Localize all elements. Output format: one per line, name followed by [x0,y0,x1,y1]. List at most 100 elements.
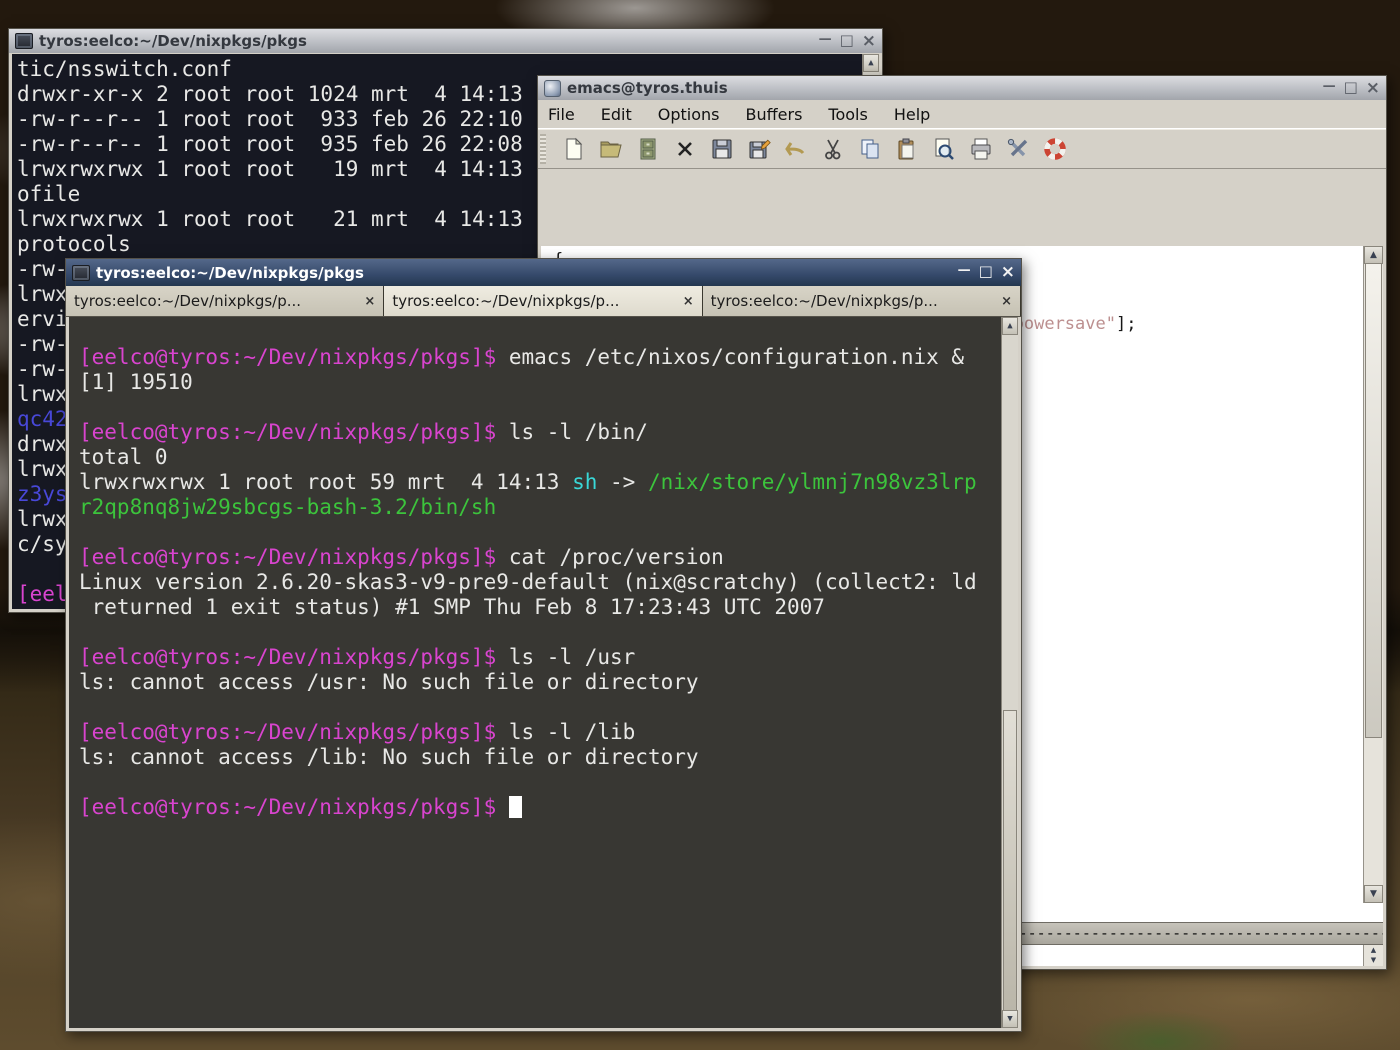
window-terminal-front[interactable]: tyros:eelco:~/Dev/nixpkgs/pkgs — □ × tyr… [65,258,1022,1032]
close-buffer-icon[interactable] [672,136,698,162]
text-span: lrwxrwxrwx 1 root root 19 mrt 4 14:13 [17,157,535,181]
menu-options[interactable]: Options [658,105,720,124]
titlebar[interactable]: emacs@tyros.thuis — □ × [538,76,1386,100]
scroll-down-icon[interactable]: ▼ [1364,885,1383,903]
close-icon[interactable]: × [1366,80,1380,97]
text-span: [eelco@tyros:~/Dev/nixpkgs/pkgs]$ [79,645,496,669]
dired-icon[interactable] [635,136,661,162]
undo-icon[interactable] [783,136,809,162]
scrollbar-thumb[interactable] [1365,263,1382,738]
text-span: ls -l /usr [496,645,635,669]
menu-tools[interactable]: Tools [828,105,867,124]
desktop: tyros:eelco:~/Dev/nixpkgs/pkgs — □ × tic… [0,0,1400,1050]
maximize-icon[interactable]: □ [979,264,993,281]
text-span: -rw-r--r-- 1 root root 933 feb 26 22:10 [17,107,535,131]
text-line: returned 1 exit status) #1 SMP Thu Feb 8… [79,595,1018,620]
toolbar [538,129,1386,169]
minimize-icon[interactable]: — [1323,80,1336,97]
text-line: [eelco@tyros:~/Dev/nixpkgs/pkgs]$ ls -l … [79,420,1018,445]
text-span: lrwxrwxrwx 1 root root 21 mrt 4 14:13 [17,207,535,231]
titlebar[interactable]: tyros:eelco:~/Dev/nixpkgs/pkgs — □ × [66,259,1021,286]
print-icon[interactable] [968,136,994,162]
text-span: r2qp8nq8jw29sbcgs-bash-3.2/bin/sh [79,495,496,519]
cut-icon[interactable] [820,136,846,162]
tab-2[interactable]: tyros:eelco:~/Dev/nixpkgs/p...× [384,286,702,316]
menu-buffers[interactable]: Buffers [746,105,803,124]
text-span: emacs /etc/nixos/configuration.nix & [496,345,964,369]
text-line: ls: cannot access /usr: No such file or … [79,670,1018,695]
preferences-icon[interactable] [1005,136,1031,162]
text-span: [1] 19510 [79,370,193,394]
maximize-icon[interactable]: □ [840,33,854,50]
window-title: emacs@tyros.thuis [567,79,1317,97]
text-span: drwxr-xr-x 2 root root 1024 mrt 4 14:13 [17,82,535,106]
text-line: r2qp8nq8jw29sbcgs-bash-3.2/bin/sh [79,495,1018,520]
scrollbar-thumb[interactable] [1003,710,1017,1011]
menu-edit[interactable]: Edit [601,105,632,124]
scrollbar[interactable]: ▲ ▼ [1363,246,1383,903]
toolbar-grip[interactable] [540,134,546,164]
open-folder-icon[interactable] [598,136,624,162]
minibuffer-scrollbar[interactable]: ▲▼ [1363,945,1383,966]
text-line: [1] 19510 [79,370,1018,395]
text-span: -rw-r--r-- 1 root root 935 feb 26 22:08 [17,132,535,156]
paste-icon[interactable] [894,136,920,162]
terminal-icon [72,265,90,281]
tab-close-icon[interactable]: × [683,294,694,309]
text-line: lrwxrwxrwx 1 root root 59 mrt 4 14:13 sh… [79,470,1018,495]
text-span: sh [572,470,597,494]
text-span: ls -l /bin/ [496,420,648,444]
text-span: ls: cannot access /lib: No such file or … [79,745,699,769]
scrollbar[interactable]: ▲ ▼ [1001,317,1018,1028]
text-span [79,770,92,794]
save-icon[interactable] [709,136,735,162]
scroll-down-icon[interactable]: ▼ [1002,1010,1018,1028]
tab-3[interactable]: tyros:eelco:~/Dev/nixpkgs/p... × [703,286,1021,316]
search-icon[interactable] [931,136,957,162]
text-span [79,395,92,419]
new-file-icon[interactable] [561,136,587,162]
text-span [17,557,30,581]
emacs-icon [544,80,561,97]
menu-file[interactable]: File [548,105,575,124]
scroll-up-icon[interactable]: ▲ [863,54,879,72]
text-line: [eelco@tyros:~/Dev/nixpkgs/pkgs]$ ls -l … [79,645,1018,670]
menu-help[interactable]: Help [894,105,930,124]
text-cursor [509,796,522,818]
scroll-up-icon[interactable]: ▲ [1002,317,1018,335]
copy-icon[interactable] [857,136,883,162]
modeline-dashes: ----------------------------------------… [964,924,1383,942]
text-line [79,620,1018,645]
terminal-icon [15,33,33,49]
close-icon[interactable]: × [1001,264,1015,281]
text-span: ls -l /lib [496,720,635,744]
terminal-output[interactable]: [eelco@tyros:~/Dev/nixpkgs/pkgs]$ emacs … [69,317,1018,1028]
tab-label: tyros:eelco:~/Dev/nixpkgs/p... [711,292,995,310]
text-line: total 0 [79,445,1018,470]
text-line: Linux version 2.6.20-skas3-v9-pre9-defau… [79,570,1018,595]
scroll-up-icon[interactable]: ▲ [1364,246,1383,264]
text-span: [eelco@tyros:~/Dev/nixpkgs/pkgs]$ [79,420,496,444]
tab-close-icon[interactable]: × [364,294,375,309]
maximize-icon[interactable]: □ [1344,80,1358,97]
text-span: [eelco@tyros:~/Dev/nixpkgs/pkgs]$ [79,545,496,569]
menu-bar: File Edit Options Buffers Tools Help [538,100,1386,129]
tab-close-icon[interactable]: × [1001,294,1012,309]
close-icon[interactable]: × [862,33,876,50]
text-span: ]; [1116,314,1136,334]
help-icon[interactable] [1042,136,1068,162]
save-as-icon[interactable] [746,136,772,162]
text-span: /nix/store/ylmnj7n98vz3lrp [648,470,977,494]
text-span: protocols [17,232,131,256]
text-line: [eelco@tyros:~/Dev/nixpkgs/pkgs]$ cat /p… [79,545,1018,570]
text-span: Linux version 2.6.20-skas3-v9-pre9-defau… [79,570,977,594]
text-span: returned 1 exit status) #1 SMP Thu Feb 8… [79,595,825,619]
text-span: total 0 [79,445,168,469]
minimize-icon[interactable]: — [958,264,971,281]
tab-1[interactable]: tyros:eelco:~/Dev/nixpkgs/p...× [66,286,384,316]
text-line: [eelco@tyros:~/Dev/nixpkgs/pkgs]$ emacs … [79,345,1018,370]
titlebar[interactable]: tyros:eelco:~/Dev/nixpkgs/pkgs — □ × [9,29,882,53]
text-span: -> [597,470,648,494]
text-span: [eelco@tyros:~/Dev/nixpkgs/pkgs]$ [79,720,496,744]
minimize-icon[interactable]: — [819,33,832,50]
